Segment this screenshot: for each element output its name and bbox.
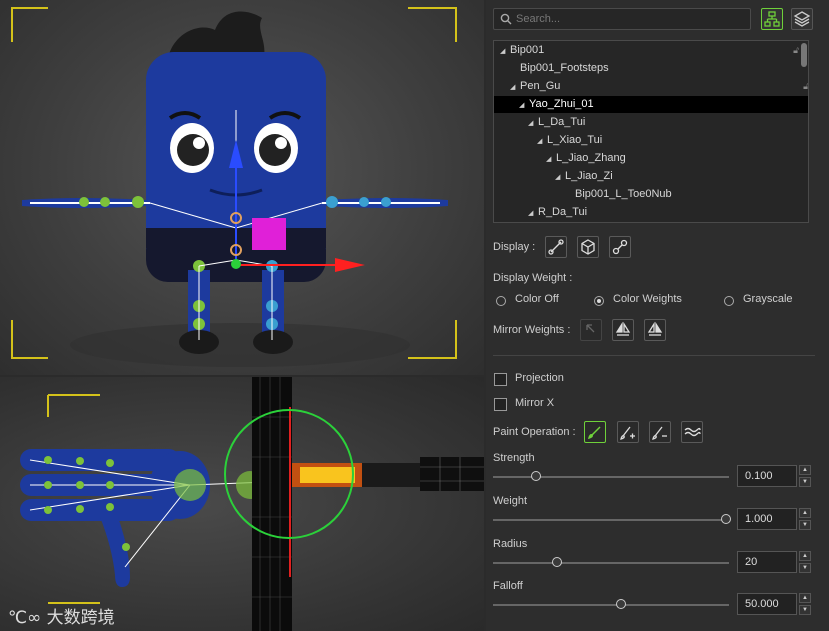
brush-add-icon	[620, 426, 635, 440]
tree-item-bip001-footsteps[interactable]: Bip001_Footsteps 🔓︎	[494, 60, 808, 77]
projection-label[interactable]: Projection	[515, 372, 564, 384]
decrement-arrow-icon[interactable]: ▼	[799, 605, 811, 615]
viewport-front[interactable]	[0, 0, 484, 375]
strength-label: Strength	[493, 452, 535, 464]
tree-scrollbar[interactable]	[801, 43, 807, 67]
mirror-select-button[interactable]	[580, 319, 602, 341]
watermark-logo-icon: ℃∞	[8, 608, 47, 628]
paint-subtract-button[interactable]	[649, 421, 671, 443]
tree-item-l-xiao-tui[interactable]: ◢L_Xiao_Tui 🔓︎	[494, 132, 808, 150]
display-weight-label: Display Weight :	[493, 272, 573, 284]
radius-field[interactable]: 20 ▲ ▼	[737, 551, 813, 573]
falloff-label: Falloff	[493, 580, 523, 592]
hierarchy-icon	[764, 11, 780, 27]
radio-grayscale[interactable]	[724, 296, 734, 306]
expand-triangle-icon[interactable]: ◢	[528, 115, 538, 132]
character-render	[11, 7, 457, 367]
paint-add-button[interactable]	[617, 421, 639, 443]
cube-icon	[581, 239, 595, 255]
viewport-hand-closeup[interactable]: ℃∞ 大数跨境	[0, 377, 484, 631]
strength-slider[interactable]	[493, 471, 729, 481]
expand-triangle-icon[interactable]: ◢	[546, 151, 556, 168]
paint-replace-button[interactable]	[584, 421, 606, 443]
skin-weight-panel: ◢Bip001 🔓︎ Bip001_Footsteps 🔓︎ ◢Pen_Gu 🔓…	[486, 0, 829, 631]
strength-value[interactable]: 0.100	[737, 465, 797, 487]
radio-color-weights[interactable]	[594, 296, 604, 306]
brush-icon	[587, 426, 601, 440]
expand-triangle-icon[interactable]: ◢	[537, 133, 547, 150]
expand-triangle-icon[interactable]: ◢	[510, 79, 520, 96]
expand-triangle-icon[interactable]: ◢	[555, 169, 565, 186]
section-divider	[493, 355, 815, 356]
bone-tree: ◢Bip001 🔓︎ Bip001_Footsteps 🔓︎ ◢Pen_Gu 🔓…	[493, 40, 809, 223]
display-mesh-button[interactable]	[577, 236, 599, 258]
mirror-right-icon	[615, 321, 631, 336]
falloff-field[interactable]: 50.000 ▲ ▼	[737, 593, 813, 615]
increment-arrow-icon[interactable]: ▲	[799, 551, 811, 561]
radio-color-off[interactable]	[496, 296, 506, 306]
tree-item-pen-gu[interactable]: ◢ Pen_Gu 🔓︎	[494, 78, 808, 96]
expand-triangle-icon[interactable]: ◢	[500, 43, 510, 60]
increment-arrow-icon[interactable]: ▲	[799, 465, 811, 475]
increment-arrow-icon[interactable]: ▲	[799, 508, 811, 518]
search-box	[493, 8, 751, 30]
color-weights-label[interactable]: Color Weights	[613, 293, 682, 305]
strength-slider-thumb[interactable]	[531, 471, 542, 481]
strength-field[interactable]: 0.100 ▲ ▼	[737, 465, 813, 487]
weight-value[interactable]: 1.000	[737, 508, 797, 530]
falloff-value[interactable]: 50.000	[737, 593, 797, 615]
tree-item-l-jiao-zhang[interactable]: ◢L_Jiao_Zhang 🔓︎	[494, 150, 808, 168]
paint-operation-label: Paint Operation :	[493, 426, 576, 438]
display-label: Display :	[493, 241, 536, 253]
weight-slider[interactable]	[493, 514, 731, 524]
tree-item-bip001-l-toe0nub[interactable]: Bip001_L_Toe0Nub 🔓︎	[494, 186, 808, 203]
tree-item-l-da-tui[interactable]: ◢L_Da_Tui 🔓︎	[494, 114, 808, 132]
mirror-x-label[interactable]: Mirror X	[515, 397, 554, 409]
color-off-label[interactable]: Color Off	[515, 293, 559, 305]
joint-chain-icon	[612, 239, 628, 255]
decrement-arrow-icon[interactable]: ▼	[799, 477, 811, 487]
display-bones-button[interactable]	[545, 236, 567, 258]
radius-slider-thumb[interactable]	[552, 557, 563, 567]
decrement-arrow-icon[interactable]: ▼	[799, 520, 811, 530]
projection-checkbox[interactable]	[494, 373, 507, 386]
layers-icon	[793, 11, 811, 27]
radius-value[interactable]: 20	[737, 551, 797, 573]
mirror-weights-label: Mirror Weights :	[493, 324, 571, 336]
cursor-arrow-icon	[586, 324, 595, 333]
weight-field[interactable]: 1.000 ▲ ▼	[737, 508, 813, 530]
radius-label: Radius	[493, 538, 528, 550]
hand-render	[20, 377, 484, 631]
hierarchy-view-button[interactable]	[761, 8, 783, 30]
falloff-slider-thumb[interactable]	[615, 599, 626, 609]
lock-icon[interactable]: 🔓︎	[803, 78, 808, 95]
tree-item-l-jiao-zi[interactable]: ◢L_Jiao_Zi 🔓︎	[494, 168, 808, 186]
weight-label: Weight	[493, 495, 528, 507]
tree-item-bip001[interactable]: ◢ Bip001 🔓︎	[494, 42, 805, 59]
bone-display-icon	[548, 239, 564, 255]
mirror-left-button[interactable]	[644, 319, 666, 341]
expand-triangle-icon[interactable]: ◢	[519, 97, 529, 114]
brush-subtract-icon	[652, 426, 667, 440]
tree-item-r-da-tui[interactable]: ◢R_Da_Tui 🔓︎	[494, 204, 808, 222]
radius-slider[interactable]	[493, 557, 729, 567]
mirror-x-checkbox[interactable]	[494, 398, 507, 411]
smooth-wave-icon	[684, 427, 701, 437]
expand-triangle-icon[interactable]: ◢	[528, 205, 538, 222]
grayscale-label[interactable]: Grayscale	[743, 293, 793, 305]
falloff-slider[interactable]	[493, 599, 729, 609]
mirror-right-button[interactable]	[612, 319, 634, 341]
search-input[interactable]	[516, 11, 741, 26]
weight-slider-thumb[interactable]	[721, 514, 731, 524]
layers-button[interactable]	[791, 8, 813, 30]
search-icon	[500, 13, 512, 25]
paint-smooth-button[interactable]	[681, 421, 703, 443]
decrement-arrow-icon[interactable]: ▼	[799, 563, 811, 573]
display-joints-button[interactable]	[609, 236, 631, 258]
tree-item-yao-zhui-01[interactable]: ◢Yao_Zhui_01 🔓︎	[494, 96, 808, 114]
lock-icon[interactable]: 🔓︎	[793, 42, 799, 59]
watermark: ℃∞ 大数跨境	[8, 608, 115, 628]
mirror-left-icon	[647, 321, 663, 336]
increment-arrow-icon[interactable]: ▲	[799, 593, 811, 603]
